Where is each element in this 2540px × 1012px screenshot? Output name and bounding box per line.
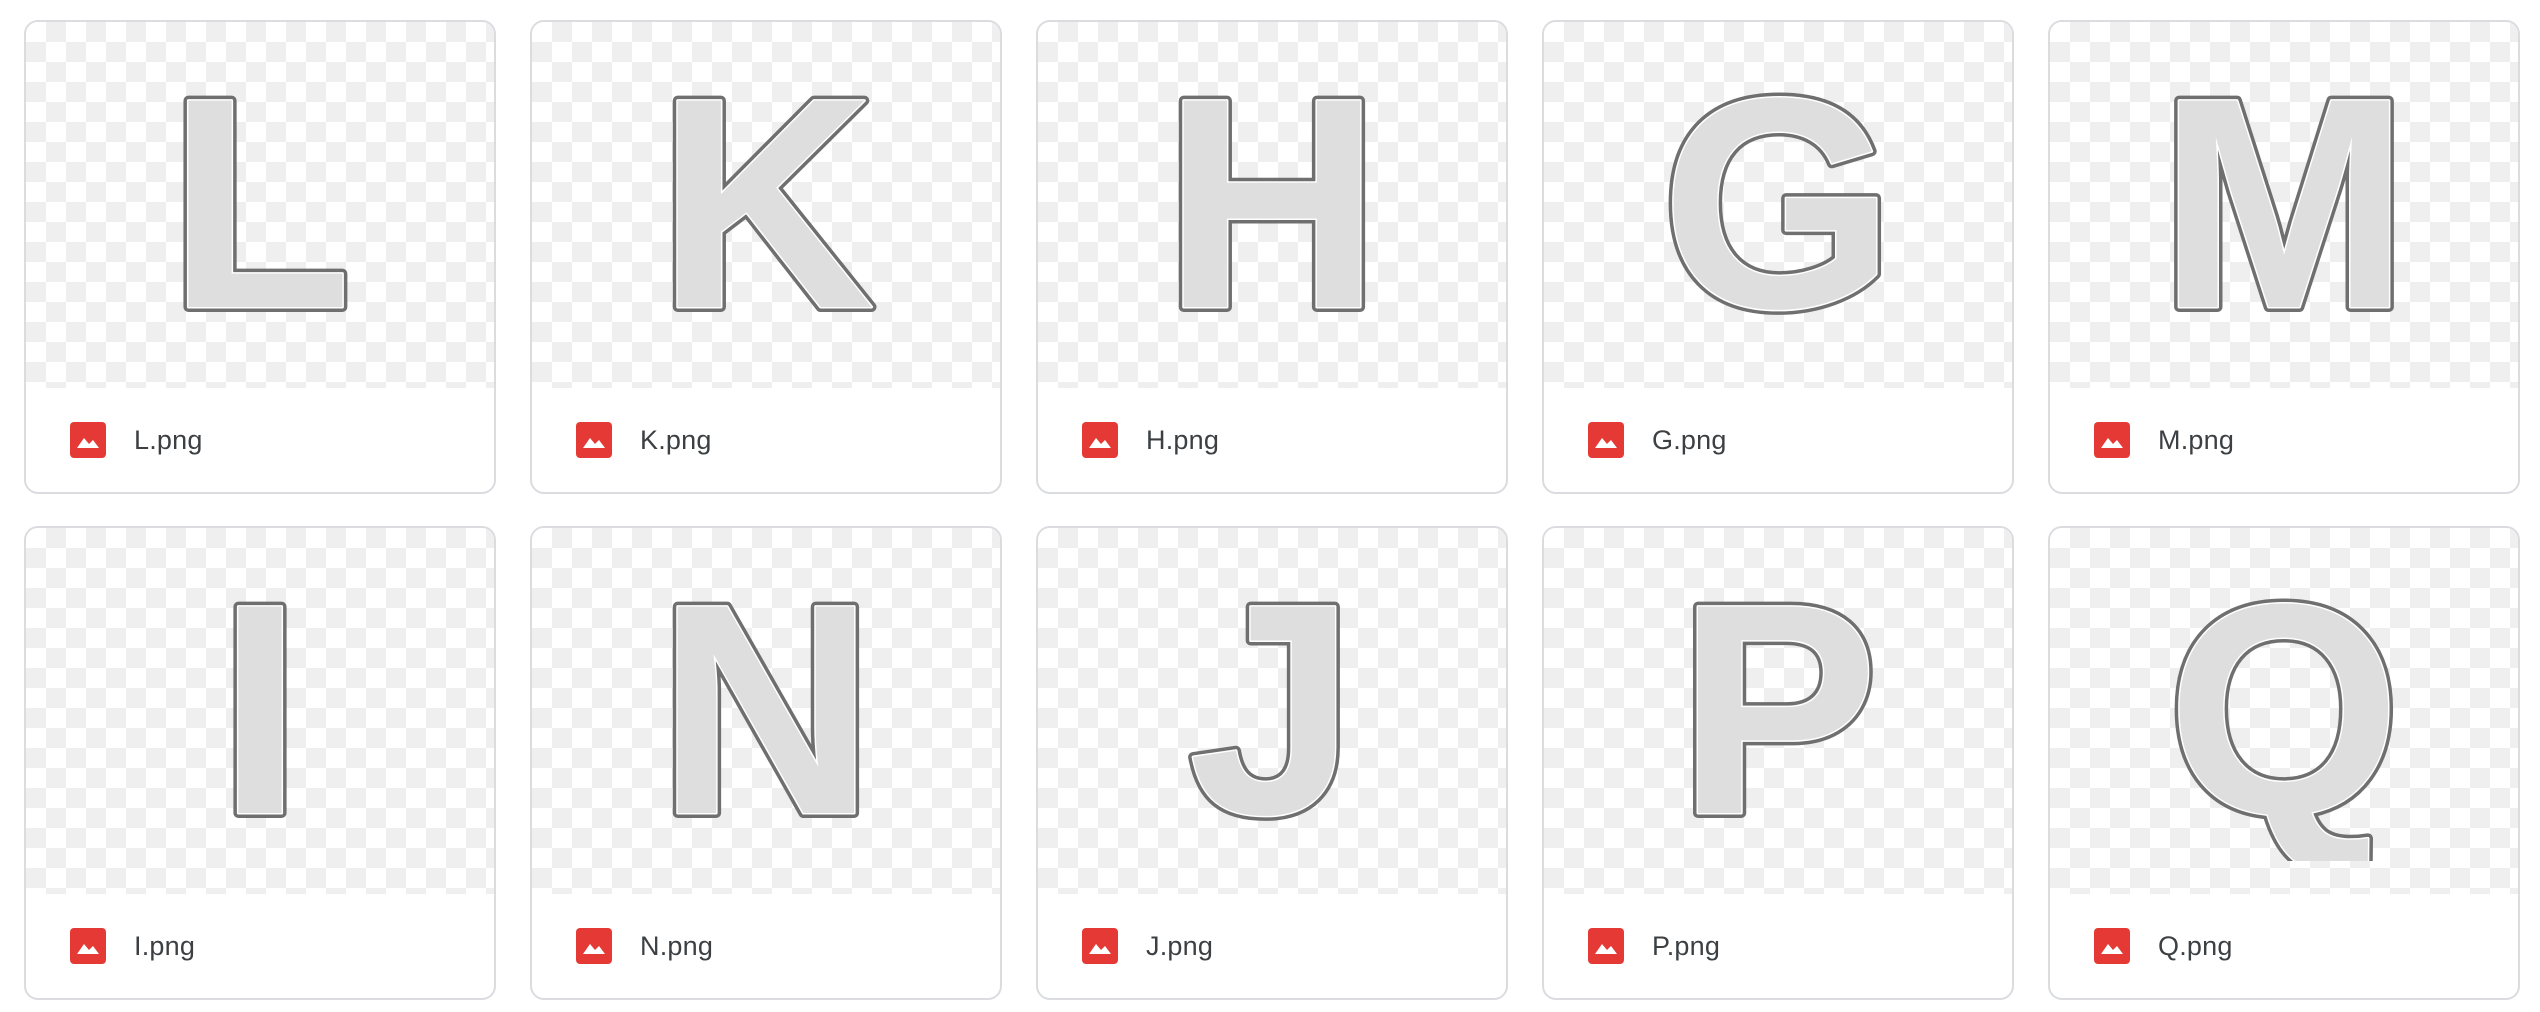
file-name[interactable]: K.png — [640, 425, 712, 456]
balloon-letter-image: L L — [163, 55, 356, 355]
image-preview-q[interactable]: Q Q — [2050, 528, 2518, 894]
file-card-l[interactable]: L L L.png — [24, 20, 496, 494]
file-name[interactable]: I.png — [134, 931, 195, 962]
file-card-g[interactable]: G G G.png — [1542, 20, 2014, 494]
balloon-letter-image: M M — [2154, 55, 2414, 355]
image-file-icon — [70, 422, 106, 458]
image-file-icon — [70, 928, 106, 964]
file-name[interactable]: M.png — [2158, 425, 2234, 456]
file-name[interactable]: G.png — [1652, 425, 1727, 456]
balloon-letter-image: P P — [1673, 561, 1883, 861]
image-file-icon — [1082, 928, 1118, 964]
file-card-footer: J.png — [1038, 894, 1506, 998]
svg-text:G: G — [1661, 55, 1894, 355]
image-file-icon — [576, 928, 612, 964]
image-preview-g[interactable]: G G — [1544, 22, 2012, 388]
balloon-letter-image: K K — [653, 55, 880, 355]
file-card-q[interactable]: Q Q Q.png — [2048, 526, 2520, 1000]
file-card-footer: P.png — [1544, 894, 2012, 998]
file-name[interactable]: P.png — [1652, 931, 1720, 962]
file-card-j[interactable]: J J J.png — [1036, 526, 1508, 1000]
svg-text:P: P — [1678, 561, 1878, 861]
file-name[interactable]: H.png — [1146, 425, 1219, 456]
balloon-letter-image: Q Q — [2162, 561, 2405, 861]
svg-text:K: K — [658, 55, 875, 355]
image-file-icon — [1588, 422, 1624, 458]
image-file-icon — [576, 422, 612, 458]
image-preview-i[interactable]: I I — [26, 528, 494, 894]
image-preview-n[interactable]: N N — [532, 528, 1000, 894]
image-preview-h[interactable]: H H — [1038, 22, 1506, 388]
svg-text:H: H — [1164, 55, 1381, 355]
file-card-footer: Q.png — [2050, 894, 2518, 998]
balloon-letter-image: I I — [213, 561, 306, 861]
svg-text:N: N — [658, 561, 875, 861]
file-card-footer: H.png — [1038, 388, 1506, 492]
image-preview-l[interactable]: L L — [26, 22, 494, 388]
svg-text:J: J — [1189, 561, 1356, 861]
svg-text:L: L — [168, 55, 351, 355]
image-file-icon — [1588, 928, 1624, 964]
image-file-icon — [2094, 928, 2130, 964]
file-card-m[interactable]: M M M.png — [2048, 20, 2520, 494]
file-card-footer: G.png — [1544, 388, 2012, 492]
svg-text:Q: Q — [2167, 561, 2400, 861]
file-name[interactable]: N.png — [640, 931, 713, 962]
file-name[interactable]: J.png — [1146, 931, 1213, 962]
file-card-footer: N.png — [532, 894, 1000, 998]
file-card-n[interactable]: N N N.png — [530, 526, 1002, 1000]
svg-text:M: M — [2159, 55, 2409, 355]
file-name[interactable]: L.png — [134, 425, 203, 456]
balloon-letter-image: J J — [1184, 561, 1361, 861]
image-preview-m[interactable]: M M — [2050, 22, 2518, 388]
balloon-letter-image: H H — [1159, 55, 1386, 355]
balloon-letter-image: G G — [1656, 55, 1899, 355]
image-file-icon — [2094, 422, 2130, 458]
svg-text:I: I — [218, 561, 301, 861]
balloon-letter-image: N N — [653, 561, 880, 861]
file-card-footer: M.png — [2050, 388, 2518, 492]
file-card-footer: K.png — [532, 388, 1000, 492]
file-card-footer: L.png — [26, 388, 494, 492]
image-preview-j[interactable]: J J — [1038, 528, 1506, 894]
file-name[interactable]: Q.png — [2158, 931, 2233, 962]
file-card-i[interactable]: I I I.png — [24, 526, 496, 1000]
file-card-footer: I.png — [26, 894, 494, 998]
file-card-h[interactable]: H H H.png — [1036, 20, 1508, 494]
image-preview-p[interactable]: P P — [1544, 528, 2012, 894]
image-preview-k[interactable]: K K — [532, 22, 1000, 388]
file-grid: L L L.png K K K.png H H H.png G G G.png … — [24, 20, 2520, 1000]
file-card-k[interactable]: K K K.png — [530, 20, 1002, 494]
file-card-p[interactable]: P P P.png — [1542, 526, 2014, 1000]
image-file-icon — [1082, 422, 1118, 458]
